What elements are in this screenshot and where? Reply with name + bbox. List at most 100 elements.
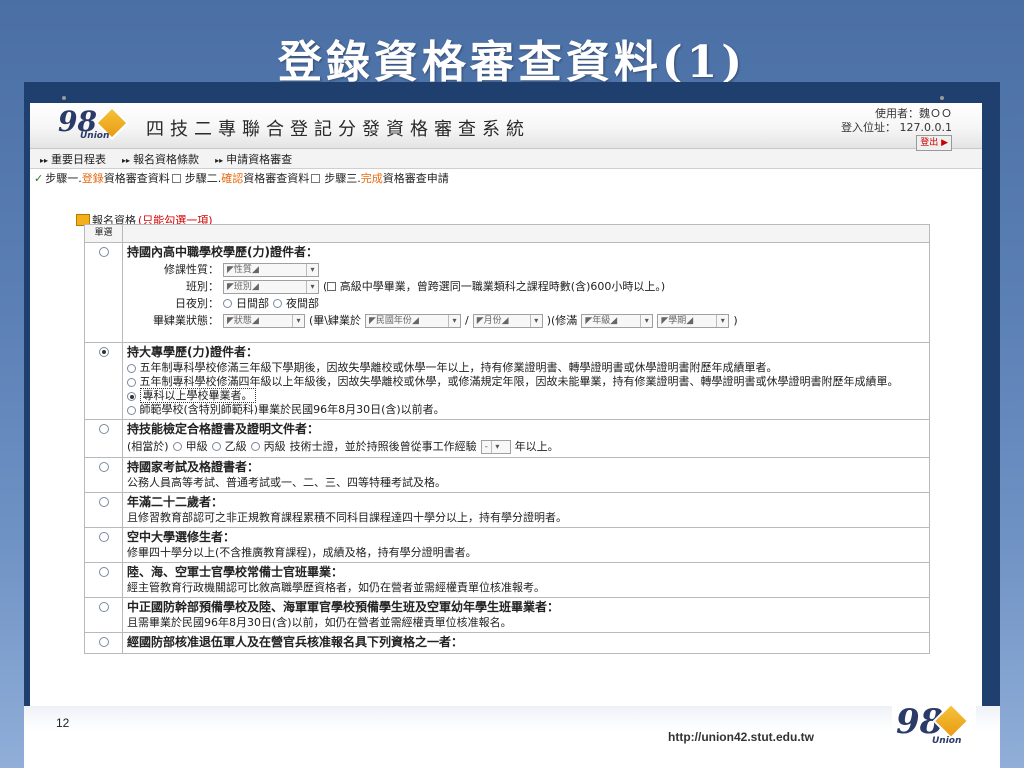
chevron-down-icon: ▾ — [529, 314, 542, 327]
logout-button[interactable]: 登出 ▶ — [916, 135, 952, 151]
select-cell — [84, 492, 123, 528]
select-cell — [84, 457, 123, 493]
radio-item9[interactable] — [98, 637, 109, 647]
select-value: 狀態 — [233, 315, 252, 326]
corner-logo: 98 Union — [892, 700, 976, 750]
select-value: 班別 — [233, 281, 252, 292]
radio-item2[interactable] — [98, 347, 109, 357]
radio-item2-opt3[interactable] — [127, 391, 136, 401]
option-text: 師範學校(含特別師範科)畢業於民國96年8月30日(含)以前者。 — [139, 403, 445, 416]
table-row: 空中大學選修生者： 修畢四十學分以上(不含推廣教育課程)，成績及格，持有學分證明… — [84, 527, 930, 563]
form-row: 畢肄業狀態： ◤狀態◢ ▾ (畢\肄業於 ◤民國年份◢ ▾ / ◤月份◢ ▾ )(修滿… — [127, 312, 925, 329]
radio-grade-b[interactable] — [211, 442, 221, 451]
select-cell — [84, 562, 123, 598]
radio-grade-c[interactable] — [250, 442, 260, 451]
item-cell: 持大專學歷(力)證件者： 五年制專科學校修滿三年級下學期後，因故失學離校或休學一… — [122, 342, 930, 420]
radio-grade-a[interactable] — [172, 442, 182, 451]
table-row: 經國防部核准退伍軍人及在營官兵核准報名具下列資格之一者： — [84, 632, 930, 654]
radio-item6[interactable] — [98, 532, 109, 542]
footer-url: http://union42.stut.edu.tw — [668, 730, 814, 744]
table-row: 持國內高中職學校學歷(力)證件者： 修課性質： ◤性質◢ ▾ 班別： ◤班別◢ ▾ … — [84, 242, 930, 343]
nav-item-schedule[interactable]: ▸▸ 重要日程表 — [40, 151, 106, 167]
course-type-select[interactable]: ◤性質◢ ▾ — [223, 262, 319, 277]
nav-label: 重要日程表 — [51, 152, 107, 166]
step-box-icon — [311, 173, 321, 183]
item-cell: 空中大學選修生者： 修畢四十學分以上(不含推廣教育課程)，成績及格，持有學分證明… — [122, 527, 930, 563]
step-indicator: ✓ 步驟一.登錄資格審查資料 步驟二.確認資格審查資料 步驟三.完成資格審查申請 — [30, 169, 982, 187]
grade-select[interactable]: ◤年級◢ ▾ — [581, 313, 654, 328]
nav-label: 報名資格條款 — [133, 152, 200, 166]
item-cell: 持技能檢定合格證書及證明文件者： (相當於) 甲級 乙級 丙級 技術士證，並於持… — [122, 419, 930, 458]
radio-item2-opt2[interactable] — [127, 377, 136, 387]
item3-text: 年以上。 — [514, 439, 559, 453]
column-header-select: 單選 — [84, 224, 123, 243]
select-value: 學期 — [668, 315, 687, 326]
item-cell: 年滿二十二歲者： 且修習教育部認可之非正規教育課程累積不同科目課程達四十學分以上… — [122, 492, 930, 528]
radio-item4[interactable] — [98, 462, 109, 472]
field-label: 畢肄業狀態： — [153, 313, 219, 327]
item-cell: 持國內高中職學校學歷(力)證件者： 修課性質： ◤性質◢ ▾ 班別： ◤班別◢ ▾ … — [122, 242, 930, 343]
step-1: 步驟一.登錄資格審查資料 — [45, 170, 170, 186]
radio-day[interactable] — [223, 299, 232, 308]
radio-item5[interactable] — [98, 497, 109, 507]
slide-number: 12 — [56, 716, 70, 730]
item-title: 持國內高中職學校學歷(力)證件者： — [127, 245, 318, 259]
option-text: 專科以上學校畢業者。 — [139, 388, 256, 403]
paren-close: ) — [733, 313, 738, 327]
item-title: 陸、海、空軍士官學校常備士官班畢業： — [127, 565, 344, 579]
table-row: 年滿二十二歲者： 且修習教育部認可之非正規教育課程累積不同科目課程達四十學分以上… — [84, 492, 930, 528]
radio-item2-opt4[interactable] — [127, 405, 136, 415]
slide-title: 登錄資格審查資料(1) — [277, 37, 747, 88]
nav-label: 申請資格審查 — [226, 152, 293, 166]
slide-footer — [24, 706, 1000, 768]
cross-select-checkbox[interactable] — [327, 282, 337, 291]
app-header: 98 Union 四技二專聯合登記分發資格審查系統 使用者：魏ＯＯ 登入位址： … — [30, 103, 982, 151]
chevron-down-icon: ▾ — [640, 314, 652, 327]
term-select[interactable]: ◤學期◢ ▾ — [657, 313, 730, 328]
item-title: 持國家考試及格證書者： — [127, 460, 260, 474]
item-title: 年滿二十二歲者： — [127, 495, 224, 509]
logo-sub: Union — [932, 736, 962, 746]
check-icon: ✓ — [34, 171, 44, 185]
radio-item1[interactable] — [98, 247, 109, 257]
year-select[interactable]: ◤民國年份◢ ▾ — [365, 313, 461, 328]
select-value-row: ◤年級◢ — [585, 315, 618, 326]
select-cell — [84, 342, 123, 420]
field-label: 日夜別： — [175, 296, 219, 310]
select-cell — [84, 527, 123, 563]
radio-label: 日間部 — [236, 296, 269, 310]
item-cell: 持國家考試及格證書者： 公務人員高等考試、普通考試或一、二、三、四等特種考試及格… — [122, 457, 930, 493]
radio-item8[interactable] — [98, 602, 109, 612]
table-row: 持技能檢定合格證書及證明文件者： (相當於) 甲級 乙級 丙級 技術士證，並於持… — [84, 419, 930, 458]
radio-item7[interactable] — [98, 567, 109, 577]
item-cell: 中正國防幹部預備學校及陸、海軍軍官學校預備學生班及空軍幼年學生班畢業者： 且需畢… — [122, 597, 930, 633]
radio-night[interactable] — [273, 299, 282, 308]
nav-item-eligibility[interactable]: ▸▸ 報名資格條款 — [122, 151, 199, 167]
select-cell — [84, 242, 123, 343]
system-title: 四技二專聯合登記分發資格審查系統 — [146, 119, 530, 140]
form-row: 修課性質： ◤性質◢ ▾ — [127, 261, 925, 278]
chevron-down-icon: ▾ — [448, 314, 460, 327]
step-1-suffix: 資格審查資料 — [103, 172, 170, 185]
grad-text: (畢\肄業於 — [309, 313, 361, 327]
logo-sub: Union — [80, 131, 110, 141]
nav-item-apply[interactable]: ▸▸ 申請資格審查 — [215, 151, 292, 167]
select-value: 年級 — [592, 315, 611, 326]
select-value-row: ◤狀態◢ — [227, 315, 259, 326]
ip-value: 127.0.0.1 — [899, 121, 952, 134]
item-desc: 修畢四十學分以上(不含推廣教育課程)，成績及格，持有學分證明書者。 — [127, 546, 477, 559]
step-2: 步驟二.確認資格審查資料 — [185, 170, 310, 186]
month-select[interactable]: ◤月份◢ ▾ — [472, 313, 543, 328]
item-desc: 經主管教育行政機關認可比敘高職學歷資格者，如仍在營者並需經權責單位核准報考。 — [127, 581, 545, 594]
experience-years-select[interactable]: - ▾ — [480, 439, 511, 454]
radio-label: 丙級 — [263, 439, 286, 453]
logout-label: 登出 — [920, 138, 939, 148]
radio-item3[interactable] — [98, 424, 109, 434]
table-row: 持大專學歷(力)證件者： 五年制專科學校修滿三年級下學期後，因故失學離校或休學一… — [84, 342, 930, 420]
select-value: 性質 — [233, 264, 252, 275]
grad-text: )(修滿 — [546, 313, 578, 327]
radio-item2-opt1[interactable] — [127, 363, 136, 373]
status-select[interactable]: ◤狀態◢ ▾ — [223, 313, 305, 328]
class-select[interactable]: ◤班別◢ ▾ — [223, 279, 319, 294]
chevron-down-icon: ▾ — [306, 280, 318, 293]
